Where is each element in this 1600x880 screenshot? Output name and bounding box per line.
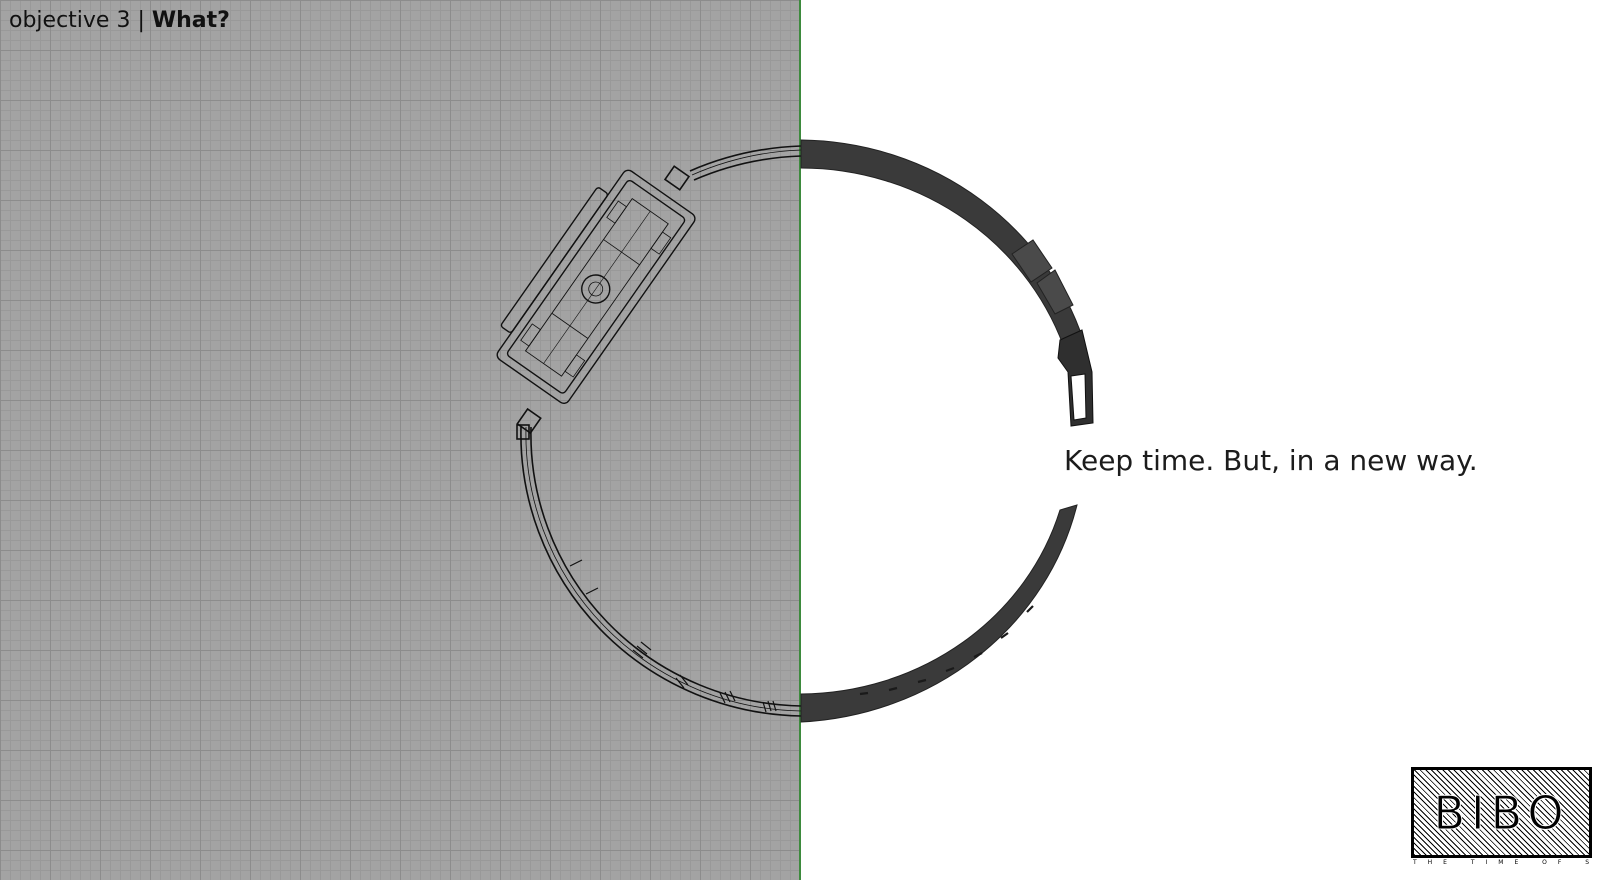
- wireframe-case: [496, 169, 696, 405]
- logo-box: BIBO: [1411, 767, 1592, 858]
- slide: objective 3 | What? Keep time. But, in a…: [0, 0, 1600, 880]
- watch-band-render-icon: [496, 139, 1094, 723]
- header-prefix: objective 3 |: [9, 8, 152, 33]
- logo-subtitle: THE TIME OF SUN: [1413, 859, 1590, 866]
- header-title: What?: [151, 8, 230, 33]
- brand-logo: BIBO THE TIME OF SUN: [1411, 767, 1592, 871]
- logo-word: BIBO: [1433, 785, 1570, 840]
- page-header: objective 3 | What?: [9, 8, 230, 33]
- tagline: Keep time. But, in a new way.: [1064, 444, 1478, 477]
- rendered-band: [800, 139, 1094, 723]
- wireframe-band: [516, 145, 802, 717]
